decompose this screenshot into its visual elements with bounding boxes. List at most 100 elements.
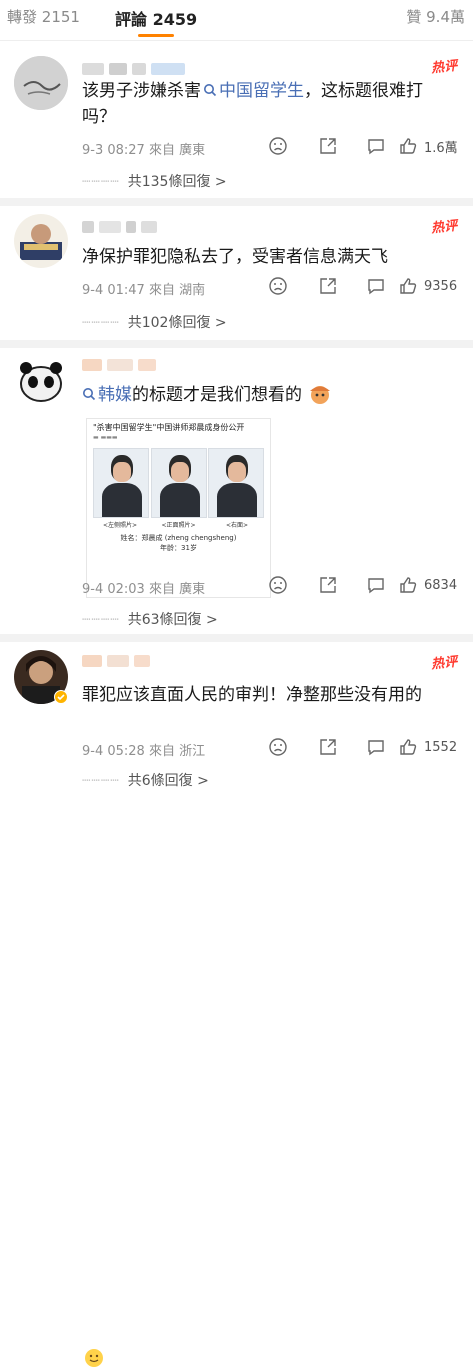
hot-comment-badge: 热评 [430, 58, 458, 77]
tab-reposts-label: 轉發 [7, 8, 38, 26]
embed-name-line: 姓名：郑晨成 (zheng chengsheng) [120, 534, 237, 542]
divider [0, 340, 473, 348]
dislike-button[interactable] [268, 737, 288, 757]
comment-button[interactable] [366, 575, 386, 595]
tab-comments-label: 評論 [115, 10, 148, 29]
comment-tabs: 轉發 2151 評論 2459 贊 9.4萬 [0, 0, 473, 41]
share-button[interactable] [318, 575, 338, 595]
mugshot-photo [93, 448, 149, 518]
tab-likes-count: 9.4萬 [426, 8, 465, 26]
embed-age-line: 年龄：31岁 [160, 544, 197, 552]
dislike-button[interactable] [268, 136, 288, 156]
active-tab-indicator [138, 34, 174, 37]
search-icon [204, 84, 217, 97]
share-icon [320, 278, 336, 294]
comment-text: 韩媒的标题才是我们想看的 [82, 382, 443, 408]
comment-button[interactable] [366, 737, 386, 757]
comment-source: 來自 廣東 [148, 582, 206, 597]
username-blurred[interactable] [82, 652, 212, 667]
comment-item: 韩媒的标题才是我们想看的 "杀害中国留学生"中国讲师郑晨成身份公开 ▬ ▬▬▬ … [0, 348, 473, 636]
mugshot-captions: <左侧照片> <正面照片> <右面> [102, 522, 249, 529]
mugshot-photo [208, 448, 264, 518]
comment-date: 9-4 05:28 [82, 744, 145, 759]
like-button[interactable]: 9356 [398, 276, 457, 296]
hot-comment-badge: 热评 [430, 218, 458, 237]
comment-meta: 9-4 01:47 來自 湖南 [82, 279, 205, 298]
comment-button[interactable] [366, 136, 386, 156]
replies-link[interactable]: ┈┈┈┈ 共102條回復 > [82, 312, 227, 332]
mugshot-photo [150, 448, 207, 518]
thumbs-up-icon [400, 577, 417, 593]
smile-emoji-icon [85, 1349, 103, 1367]
replies-link[interactable]: ┈┈┈┈ 共63條回復 > [82, 609, 218, 629]
thumbs-up-icon [400, 739, 417, 755]
share-icon [320, 577, 336, 593]
comment-meta: 9-4 02:03 來自 廣東 [82, 578, 205, 597]
replies-link[interactable]: ┈┈┈┈ 共6條回復 > [82, 770, 209, 790]
share-button[interactable] [318, 136, 338, 156]
comment-source: 來自 廣東 [148, 143, 206, 158]
search-icon [83, 388, 96, 401]
comment-text: 罪犯应该直面人民的审判！净整那些没有用的 [82, 685, 422, 705]
comment-item: 热评 该男子涉嫌杀害 中国留学生，这标题很难打吗？ 9-3 08:27 來自 廣東… [0, 40, 473, 204]
embed-headline: "杀害中国留学生"中国讲师郑晨成身份公开 [93, 423, 245, 432]
username-blurred[interactable] [82, 356, 212, 371]
thumbs-up-icon [400, 278, 417, 294]
comment-icon [368, 740, 384, 756]
verified-badge-icon [54, 690, 68, 704]
mugshot-row [87, 442, 270, 518]
topic-link[interactable]: 韩媒 [82, 385, 132, 405]
like-count: 1.6萬 [424, 140, 458, 156]
comment-item: 热评 净保护罪犯隐私去了，受害者信息满天飞 9-4 01:47 來自 湖南 93… [0, 206, 473, 342]
share-icon [320, 739, 336, 755]
tab-reposts[interactable]: 轉發 2151 [7, 6, 80, 27]
comment-text: 该男子涉嫌杀害 中国留学生，这标题很难打吗？ [82, 81, 423, 127]
comment-date: 9-4 02:03 [82, 582, 145, 597]
topic-link[interactable]: 中国留学生 [201, 81, 304, 101]
embed-source-line: ▬ ▬▬▬ [93, 434, 118, 441]
replies-link[interactable]: ┈┈┈┈ 共135條回復 > [82, 171, 227, 191]
tab-comments-count: 2459 [152, 10, 198, 29]
comment-source: 來自 湖南 [148, 283, 206, 298]
share-icon [320, 138, 336, 154]
divider [0, 634, 473, 642]
hot-comment-badge: 热评 [430, 654, 458, 673]
comment-meta: 9-4 05:28 來自 浙江 [82, 740, 205, 759]
tab-comments[interactable]: 評論 2459 [115, 6, 197, 30]
like-count: 9356 [424, 278, 458, 294]
comment-button[interactable] [366, 276, 386, 296]
sticker-emoji-icon [310, 386, 331, 404]
username-blurred[interactable] [82, 218, 212, 233]
like-count: 6834 [424, 577, 458, 593]
username-blurred[interactable] [82, 60, 212, 75]
share-button[interactable] [318, 276, 338, 296]
frown-face-icon [269, 576, 287, 594]
comment-source: 來自 浙江 [148, 744, 206, 759]
avatar[interactable] [14, 214, 68, 268]
like-button[interactable]: 1552 [398, 737, 457, 757]
comment-icon [368, 279, 384, 295]
comment-text: 净保护罪犯隐私去了，受害者信息满天飞 [82, 247, 388, 267]
frown-face-icon [269, 738, 287, 756]
frown-face-icon [269, 277, 287, 295]
like-button[interactable]: 6834 [398, 575, 457, 595]
dislike-button[interactable] [268, 575, 288, 595]
comment-date: 9-4 01:47 [82, 283, 145, 298]
tab-reposts-count: 2151 [41, 8, 80, 26]
avatar[interactable] [14, 354, 68, 408]
comment-meta: 9-3 08:27 來自 廣東 [82, 139, 205, 158]
avatar[interactable] [14, 56, 68, 110]
tab-likes-label: 贊 [406, 8, 422, 26]
like-count: 1552 [424, 739, 458, 755]
thumbs-up-icon [400, 138, 417, 154]
like-button[interactable]: 1.6萬 [398, 136, 458, 156]
news-screenshot-image[interactable]: "杀害中国留学生"中国讲师郑晨成身份公开 ▬ ▬▬▬ <左侧照片> <正面照片>… [86, 418, 271, 598]
comment-item: 热评 罪犯应该直面人民的审判！净整那些没有用的 9-4 05:28 來自 浙江 … [0, 642, 473, 1367]
dislike-button[interactable] [268, 276, 288, 296]
frown-face-icon [269, 137, 287, 155]
comment-icon [368, 139, 384, 155]
share-button[interactable] [318, 737, 338, 757]
tab-likes[interactable]: 贊 9.4萬 [406, 6, 465, 27]
comment-icon [368, 578, 384, 594]
divider [0, 198, 473, 206]
